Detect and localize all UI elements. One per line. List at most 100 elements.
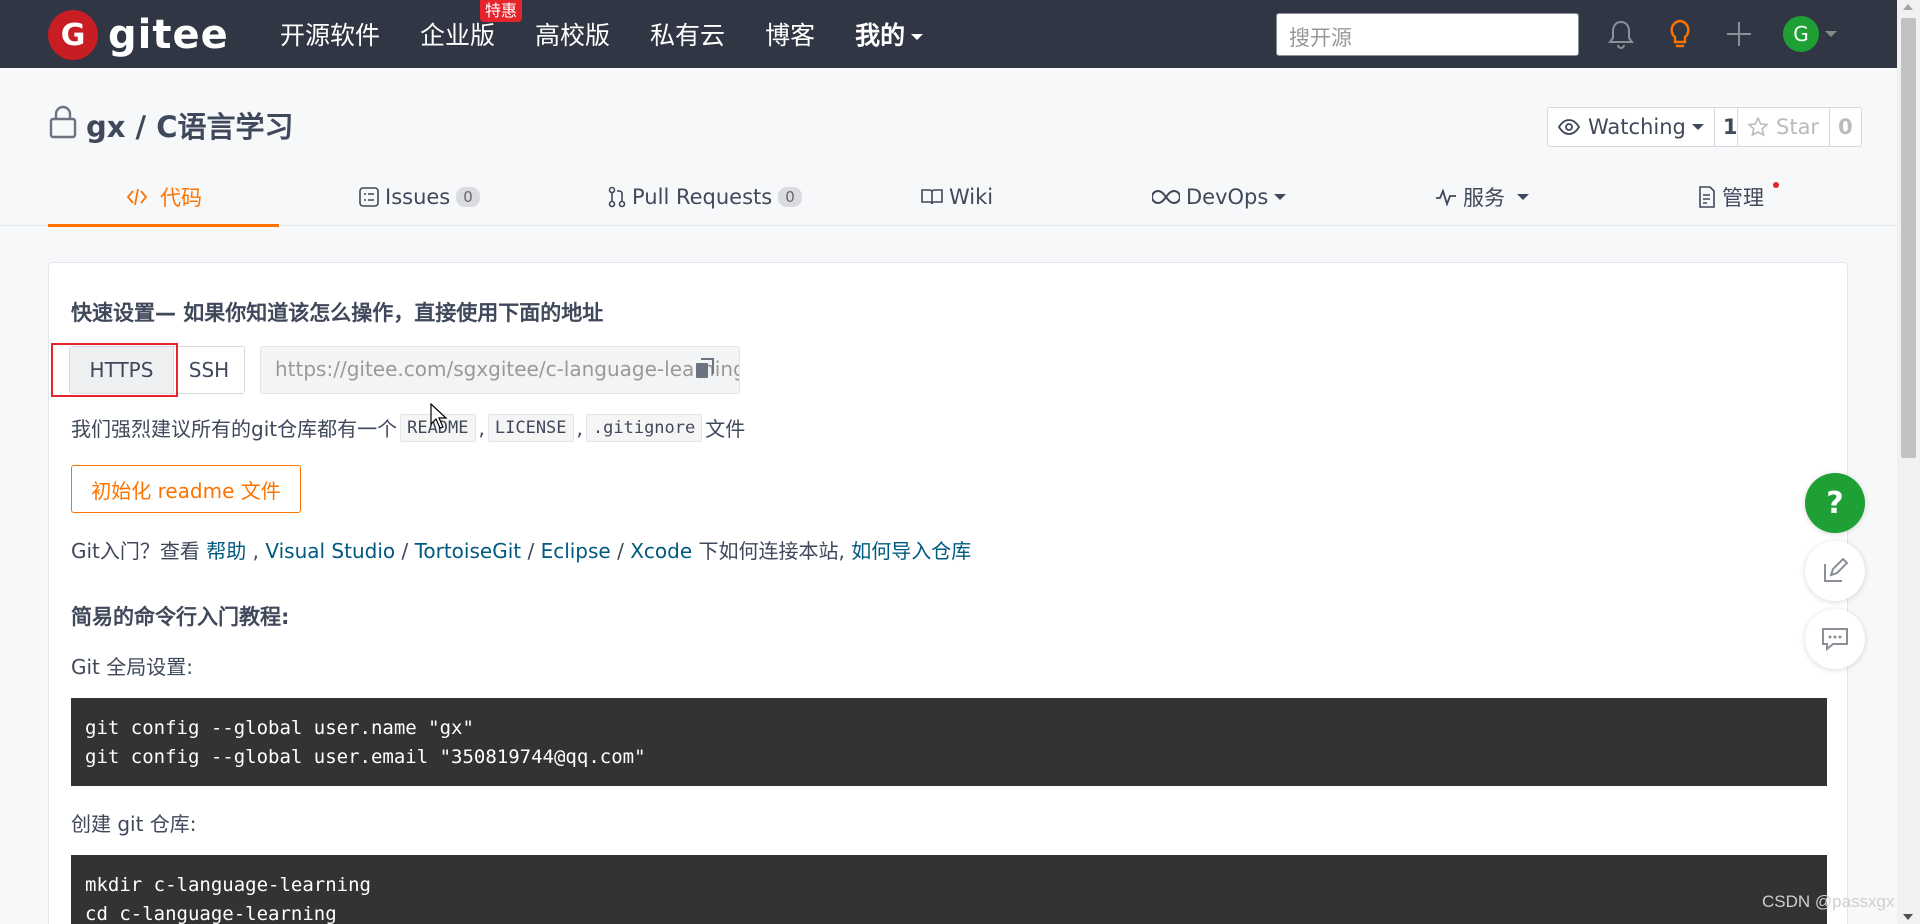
page-scrollbar[interactable] xyxy=(1897,0,1920,924)
separator: , xyxy=(478,415,485,440)
pulse-icon xyxy=(1435,188,1463,206)
watch-button[interactable]: Watching 1 xyxy=(1547,107,1747,147)
nav-university[interactable]: 高校版 xyxy=(535,16,610,52)
tab-pull-requests-label: Pull Requests xyxy=(632,185,773,209)
tab-manage[interactable]: 管理 xyxy=(1698,168,1764,226)
search-input[interactable]: 搜开源 xyxy=(1276,13,1579,56)
star-button[interactable]: Star 0 xyxy=(1737,107,1862,147)
xcode-link[interactable]: Xcode xyxy=(630,539,692,563)
bulb-icon[interactable] xyxy=(1660,14,1700,54)
visual-studio-link[interactable]: Visual Studio xyxy=(265,539,395,563)
nav-mine[interactable]: 我的 xyxy=(855,16,924,52)
nav-blog[interactable]: 博客 xyxy=(765,16,815,52)
separator: , xyxy=(576,415,583,440)
infinity-icon xyxy=(1152,189,1186,205)
tab-code-label: 代码 xyxy=(160,186,202,210)
tab-services[interactable]: 服务 xyxy=(1435,168,1529,226)
feedback-button[interactable] xyxy=(1805,541,1865,601)
tab-pull-requests[interactable]: Pull Requests 0 xyxy=(608,168,802,226)
scroll-up-icon[interactable] xyxy=(1903,4,1913,10)
nav-enterprise-label: 企业版 xyxy=(420,21,496,50)
bell-icon[interactable] xyxy=(1601,14,1641,54)
tab-wiki-label: Wiki xyxy=(949,185,994,209)
tab-wiki[interactable]: Wiki xyxy=(921,168,993,226)
chat-button[interactable] xyxy=(1805,609,1865,669)
tab-services-label: 服务 xyxy=(1463,186,1505,210)
issues-icon xyxy=(359,187,385,207)
license-chip: LICENSE xyxy=(487,413,574,442)
quick-setup-card: 快速设置— 如果你知道该怎么操作，直接使用下面的地址 HTTPS SSH htt… xyxy=(48,262,1848,924)
chevron-down-icon[interactable] xyxy=(1825,31,1837,37)
repo-name[interactable]: gx / C语言学习 xyxy=(86,104,294,146)
promo-badge: 特惠 xyxy=(480,0,523,22)
import-repo-link[interactable]: 如何导入仓库 xyxy=(851,539,971,563)
clone-url-input[interactable]: https://gitee.com/sgxgitee/c-language-le… xyxy=(260,346,740,394)
plus-icon[interactable] xyxy=(1719,14,1759,54)
project-header: gx / C语言学习 Watching 1 Star 0 代码 Issues 0… xyxy=(0,68,1897,227)
create-repo-label: 创建 git 仓库: xyxy=(71,812,197,836)
recommend-suffix: 文件 xyxy=(705,417,746,441)
manage-icon xyxy=(1698,186,1722,208)
lock-icon xyxy=(48,105,78,146)
quick-setup-title: 快速设置— 如果你知道该怎么操作，直接使用下面的地址 xyxy=(71,301,604,325)
tab-devops[interactable]: DevOps xyxy=(1152,168,1287,226)
intro-slash: / xyxy=(610,539,631,563)
star-count[interactable]: 0 xyxy=(1830,115,1861,139)
chevron-down-icon xyxy=(1274,194,1287,200)
highlight-box xyxy=(51,343,178,397)
code-line: git config --global user.name "gx" xyxy=(85,717,474,739)
star-label: Star xyxy=(1776,115,1820,139)
avatar[interactable]: G xyxy=(1783,16,1819,52)
gitignore-chip: .gitignore xyxy=(585,413,703,442)
watch-label: Watching xyxy=(1588,115,1686,139)
init-readme-button[interactable]: 初始化 readme 文件 xyxy=(71,465,301,513)
tortoisegit-link[interactable]: TortoiseGit xyxy=(415,539,522,563)
nav-private-cloud[interactable]: 私有云 xyxy=(650,16,725,52)
book-icon xyxy=(921,188,949,206)
pull-requests-count: 0 xyxy=(778,187,802,207)
edit-icon xyxy=(1822,558,1848,584)
copy-icon[interactable] xyxy=(695,358,715,384)
ssh-button[interactable]: SSH xyxy=(174,347,244,393)
gitee-logo[interactable]: G gitee xyxy=(48,10,229,60)
notification-dot xyxy=(1773,182,1779,188)
recommend-prefix: 我们强烈建议所有的git仓库都有一个 xyxy=(71,417,398,441)
star-icon xyxy=(1748,117,1768,137)
logo-text: gitee xyxy=(108,12,229,58)
issues-count: 0 xyxy=(456,187,480,207)
scrollbar-thumb[interactable] xyxy=(1901,18,1916,458)
code-line: cd c-language-learning xyxy=(85,903,337,924)
eclipse-link[interactable]: Eclipse xyxy=(541,539,611,563)
code-line: mkdir c-language-learning xyxy=(85,874,371,896)
help-button[interactable]: ? xyxy=(1805,473,1865,533)
tab-code[interactable]: 代码 xyxy=(126,168,202,226)
intro-slash: / xyxy=(395,539,415,563)
chevron-down-icon xyxy=(911,34,924,40)
global-settings-code: git config --global user.name "gx" git c… xyxy=(71,698,1827,786)
watermark: CSDN @passxgx xyxy=(1762,892,1895,911)
intro-sep: , xyxy=(246,539,266,563)
nav-mine-label: 我的 xyxy=(855,21,906,50)
chat-icon xyxy=(1821,627,1849,651)
intro-prefix: Git入门？查看 xyxy=(71,539,207,563)
tab-issues-label: Issues xyxy=(385,185,451,209)
help-link[interactable]: 帮助 xyxy=(206,539,246,563)
repo-tabs: 代码 Issues 0 Pull Requests 0 Wiki DevOps … xyxy=(48,168,1848,227)
create-repo-code: mkdir c-language-learning cd c-language-… xyxy=(71,855,1827,924)
pull-request-icon xyxy=(608,186,632,208)
recommend-text: 我们强烈建议所有的git仓库都有一个 README, LICENSE, .git… xyxy=(71,413,745,442)
nav-enterprise[interactable]: 企业版 特惠 xyxy=(420,0,523,52)
tab-manage-label: 管理 xyxy=(1722,186,1764,210)
scroll-down-icon[interactable] xyxy=(1903,914,1913,920)
main-nav: 开源软件 企业版 特惠 高校版 私有云 博客 我的 xyxy=(280,0,963,68)
tutorial-title: 简易的命令行入门教程: xyxy=(71,605,290,629)
eye-icon xyxy=(1558,119,1580,135)
logo-mark: G xyxy=(48,10,98,60)
code-line: git config --global user.email "35081974… xyxy=(85,746,646,768)
chevron-down-icon xyxy=(1517,194,1529,200)
nav-open-source[interactable]: 开源软件 xyxy=(280,16,380,52)
chevron-down-icon xyxy=(1691,124,1704,130)
tab-devops-label: DevOps xyxy=(1186,185,1269,209)
code-icon xyxy=(126,187,154,207)
tab-issues[interactable]: Issues 0 xyxy=(359,168,480,226)
